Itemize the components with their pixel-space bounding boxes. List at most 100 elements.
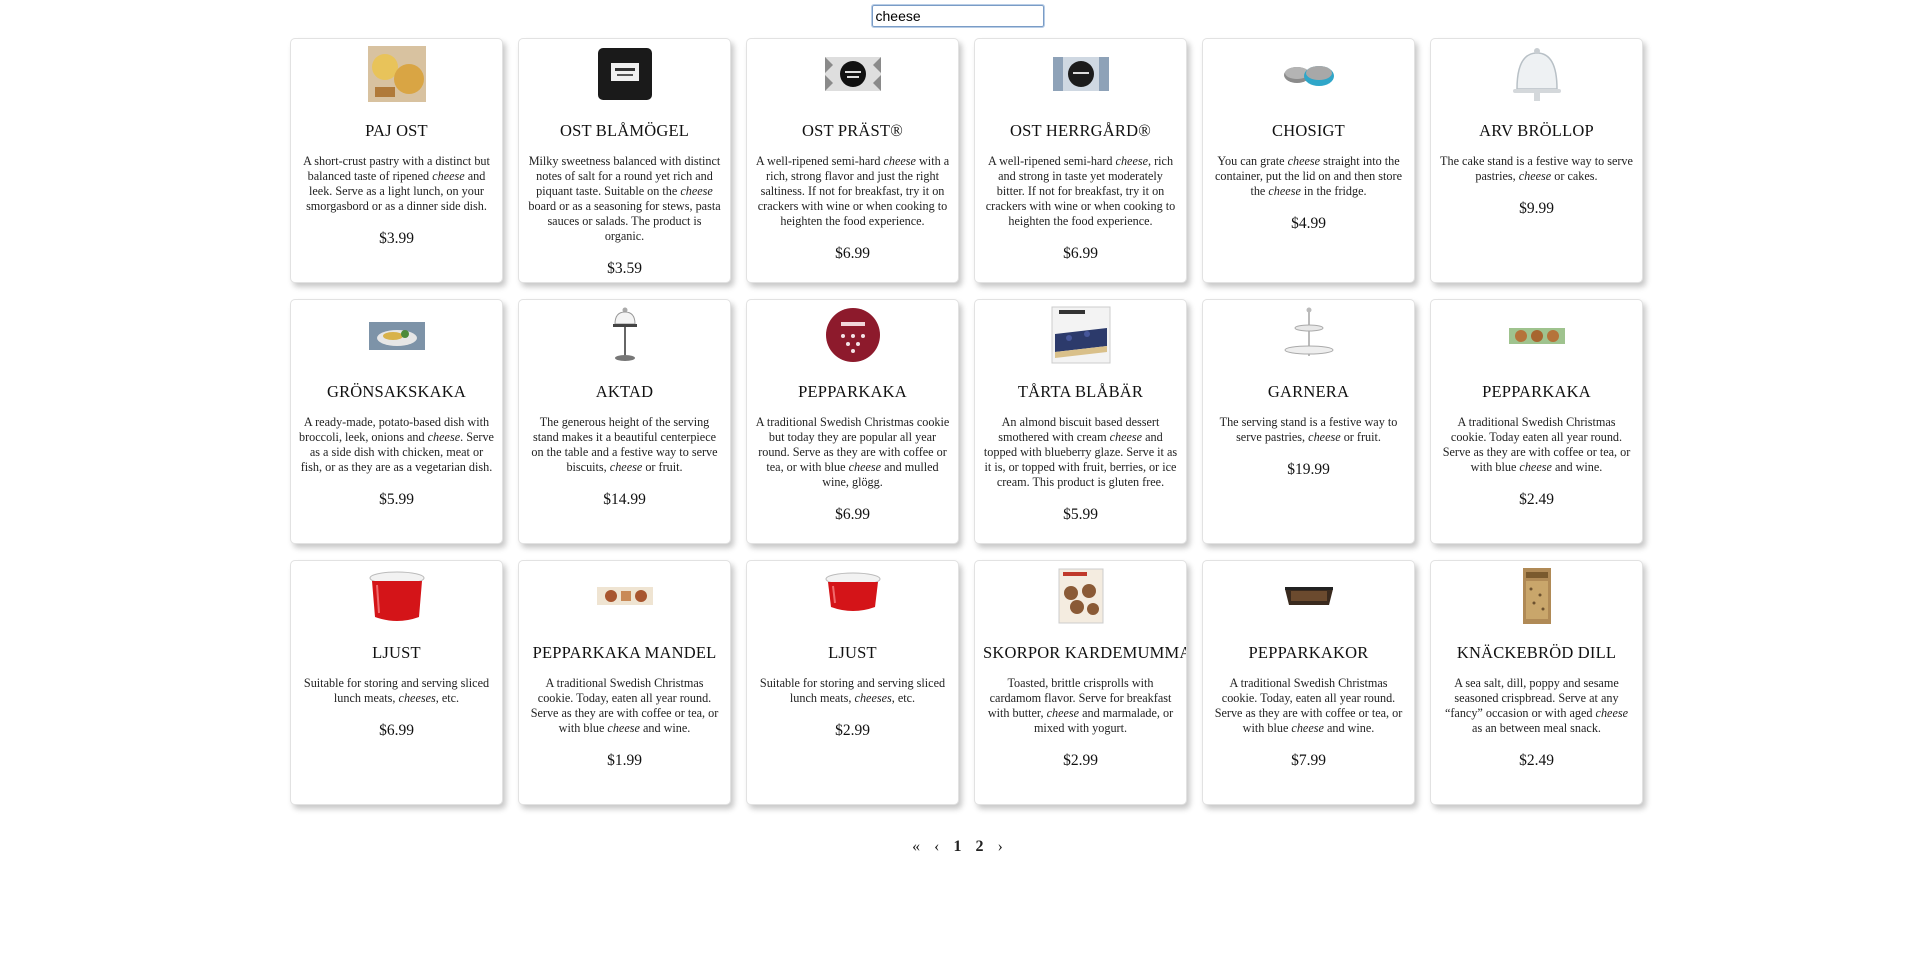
product-description: A short-crust pastry with a distinct but… <box>303 154 490 213</box>
product-price: $2.49 <box>1519 491 1554 508</box>
product-card[interactable]: GARNERA The serving stand is a festive wa… <box>1202 299 1415 544</box>
product-price: $3.99 <box>379 230 414 247</box>
product-price: $3.59 <box>607 260 642 277</box>
pagination: « ‹ 1 2 › <box>0 838 1915 856</box>
search-term-highlight: cheese <box>1287 154 1321 168</box>
product-price: $6.99 <box>379 722 414 739</box>
product-description: A traditional Swedish Christmas cookie b… <box>755 415 950 489</box>
product-card[interactable]: KNÄCKEBRÖD DILL A sea salt, dill, poppy a… <box>1430 560 1643 805</box>
product-title: OST HERRGÅRD® <box>1010 121 1151 140</box>
product-thumbnail <box>983 43 1178 105</box>
product-price: $1.99 <box>607 752 642 769</box>
product-thumbnail <box>527 565 722 627</box>
product-description: A well-ripened semi-hard cheese, rich an… <box>985 154 1176 228</box>
product-card[interactable]: GRÖNSAKSKAKA A ready-made, potato-based d… <box>290 299 503 544</box>
search-term-highlight: cheese <box>1109 430 1143 444</box>
product-card[interactable]: OST PRÄST® A well-ripened semi-hard chees… <box>746 38 959 283</box>
product-card[interactable]: OST HERRGÅRD® A well-ripened semi-hard ch… <box>974 38 1187 283</box>
product-price: $14.99 <box>603 491 646 508</box>
product-thumbnail <box>299 565 494 627</box>
product-price: $4.99 <box>1291 215 1326 232</box>
search-term-highlight: cheese <box>1115 154 1149 168</box>
product-description: Milky sweetness balanced with distinct n… <box>528 154 721 243</box>
product-card[interactable]: LJUST Suitable for storing and serving sl… <box>290 560 503 805</box>
product-price: $5.99 <box>379 491 414 508</box>
product-title: OST PRÄST® <box>802 121 903 140</box>
product-title: GARNERA <box>1267 382 1350 401</box>
product-card[interactable]: PEPPARKAKA A traditional Swedish Christma… <box>1430 299 1643 544</box>
search-term-highlight: cheese <box>432 169 465 183</box>
product-card[interactable]: AKTAD The generous height of the serving … <box>518 299 731 544</box>
product-thumbnail <box>755 565 950 627</box>
product-title: SKORPOR KARDEMUMMA <box>983 643 1187 662</box>
product-price: $2.99 <box>835 722 870 739</box>
product-thumbnail <box>299 304 494 366</box>
product-thumbnail <box>1211 43 1406 105</box>
product-description: Toasted, brittle crisprolls with cardamo… <box>987 676 1174 735</box>
product-thumbnail <box>1439 304 1634 366</box>
product-price: $6.99 <box>835 245 870 262</box>
page-link-1[interactable]: 1 <box>954 838 962 856</box>
prev-page-link[interactable]: ‹ <box>934 838 939 856</box>
product-thumbnail <box>527 304 722 366</box>
product-title: LJUST <box>372 643 421 662</box>
product-card[interactable]: CHOSIGT You can grate cheese straight int… <box>1202 38 1415 283</box>
product-thumbnail <box>1211 565 1406 627</box>
product-title: PEPPARKAKA <box>1482 382 1591 401</box>
page-link-2[interactable]: 2 <box>976 838 984 856</box>
product-description: A sea salt, dill, poppy and sesame seaso… <box>1444 676 1629 735</box>
product-card[interactable]: OST BLÅMÖGEL Milky sweetness balanced wit… <box>518 38 731 283</box>
product-price: $6.99 <box>835 506 870 523</box>
first-page-link[interactable]: « <box>912 838 920 856</box>
product-grid: PAJ OST A short-crust pastry with a disti… <box>290 38 1643 805</box>
product-price: $9.99 <box>1519 200 1554 217</box>
next-page-link[interactable]: › <box>998 838 1003 856</box>
product-card[interactable]: SKORPOR KARDEMUMMA Toasted, brittle crisp… <box>974 560 1187 805</box>
search-bar <box>0 4 1915 28</box>
search-term-highlight: cheese <box>1268 184 1301 198</box>
product-card[interactable]: PEPPARKAKOR A traditional Swedish Christm… <box>1202 560 1415 805</box>
product-title: PEPPARKAKA MANDEL <box>532 643 717 662</box>
product-thumbnail <box>299 43 494 105</box>
product-price: $19.99 <box>1287 461 1330 478</box>
product-title: KNÄCKEBRÖD DILL <box>1456 643 1617 662</box>
product-title: OST BLÅMÖGEL <box>559 121 690 140</box>
search-term-highlight: cheeses <box>398 691 436 705</box>
product-description: The cake stand is a festive way to serve… <box>1440 154 1633 183</box>
product-card[interactable]: PEPPARKAKA A traditional Swedish Christma… <box>746 299 959 544</box>
product-card[interactable]: PEPPARKAKA MANDEL A traditional Swedish C… <box>518 560 731 805</box>
search-term-highlight: cheese <box>1291 721 1324 735</box>
product-price: $5.99 <box>1063 506 1098 523</box>
search-term-highlight: cheeses <box>854 691 892 705</box>
product-thumbnail <box>527 43 722 105</box>
product-description: A traditional Swedish Christmas cookie. … <box>1442 415 1631 474</box>
product-thumbnail <box>1439 43 1634 105</box>
search-term-highlight: cheese <box>1595 706 1629 720</box>
search-input[interactable] <box>870 4 1045 28</box>
product-title: LJUST <box>828 643 877 662</box>
product-description: The serving stand is a festive way to se… <box>1219 415 1398 444</box>
product-title: ARV BRÖLLOP <box>1479 121 1594 140</box>
product-description: The generous height of the serving stand… <box>531 415 718 474</box>
product-card[interactable]: LJUST Suitable for storing and serving sl… <box>746 560 959 805</box>
product-title: PEPPARKAKA <box>798 382 907 401</box>
search-term-highlight: cheese <box>1308 430 1341 444</box>
product-title: GRÖNSAKSKAKA <box>326 382 466 401</box>
search-term-highlight: cheese <box>609 460 643 474</box>
product-card[interactable]: PAJ OST A short-crust pastry with a disti… <box>290 38 503 283</box>
product-description: A well-ripened semi-hard cheese with a r… <box>755 154 950 228</box>
product-card[interactable]: TÅRTA BLÅBÄR An almond biscuit based dess… <box>974 299 1187 544</box>
product-thumbnail <box>1211 304 1406 366</box>
product-card[interactable]: ARV BRÖLLOP The cake stand is a festive w… <box>1430 38 1643 283</box>
product-price: $7.99 <box>1291 752 1326 769</box>
product-title: TÅRTA BLÅBÄR <box>1017 382 1144 401</box>
product-thumbnail <box>983 304 1178 366</box>
product-price: $6.99 <box>1063 245 1098 262</box>
product-thumbnail <box>1439 565 1634 627</box>
product-description: Suitable for storing and serving sliced … <box>303 676 490 705</box>
product-description: A traditional Swedish Christmas cookie. … <box>1214 676 1403 735</box>
product-title: PEPPARKAKOR <box>1248 643 1369 662</box>
search-term-highlight: cheese <box>607 721 640 735</box>
product-description: A ready-made, potato-based dish with bro… <box>299 415 494 474</box>
product-thumbnail <box>983 565 1178 627</box>
